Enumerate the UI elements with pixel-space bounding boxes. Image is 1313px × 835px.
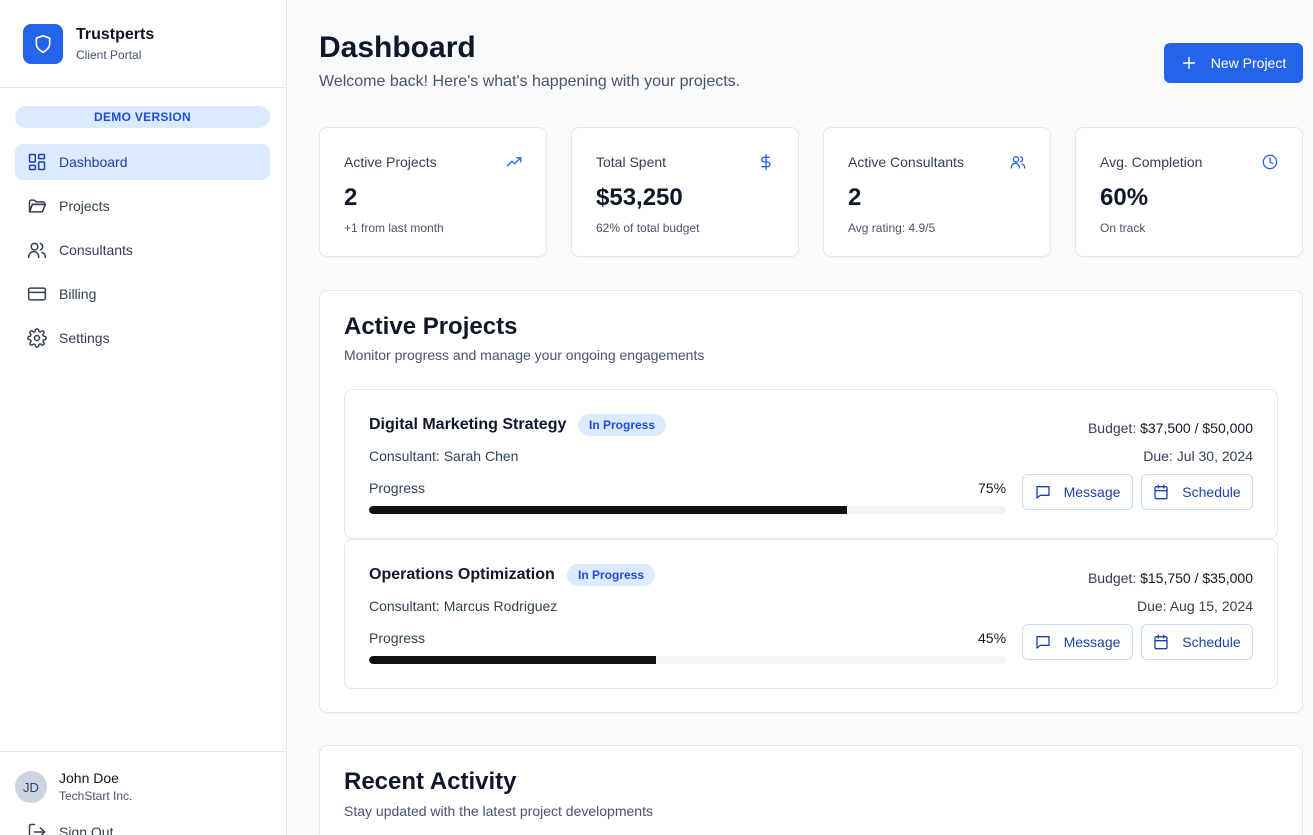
message-icon (1035, 484, 1051, 500)
progress-percent: 45% (978, 630, 1007, 646)
stat-card-active-consultants: Active Consultants 2 Avg rating: 4.9/5 (823, 127, 1051, 257)
stat-card-active-projects: Active Projects 2 +1 from last month (319, 127, 547, 257)
status-badge: In Progress (578, 414, 667, 436)
stat-label: Active Projects (344, 154, 437, 170)
project-due-date: Due: Jul 30, 2024 (1143, 448, 1253, 464)
progress-percent: 75% (978, 480, 1007, 496)
sidebar-item-billing[interactable]: Billing (15, 276, 270, 312)
trending-up-icon (506, 154, 522, 170)
sidebar-item-label: Settings (59, 330, 110, 346)
schedule-label: Schedule (1182, 634, 1241, 650)
section-subtitle: Monitor progress and manage your ongoing… (344, 347, 705, 363)
brand: Trustperts Client Portal (0, 0, 286, 88)
stat-label: Total Spent (596, 154, 667, 170)
stat-label: Avg. Completion (1100, 154, 1203, 170)
section-subtitle: Stay updated with the latest project dev… (344, 803, 653, 819)
budget-value: $15,750 / $35,000 (1140, 570, 1253, 586)
progress-bar (369, 506, 1006, 514)
message-button[interactable]: Message (1022, 474, 1133, 510)
new-project-button[interactable]: New Project (1164, 43, 1303, 83)
page-title: Dashboard (319, 31, 476, 64)
progress-label: Progress (369, 480, 426, 496)
shield-icon (23, 23, 63, 64)
sidebar-item-settings[interactable]: Settings (15, 320, 270, 356)
project-consultant: Consultant: Sarah Chen (369, 448, 519, 464)
stat-value: $53,250 (596, 184, 683, 211)
stat-label: Active Consultants (848, 154, 964, 170)
sign-out-label: Sign Out (59, 824, 114, 835)
budget-label: Budget: (1087, 420, 1137, 436)
progress-bar (369, 656, 1006, 664)
progress-bar-fill (369, 656, 656, 664)
stat-note: +1 from last month (344, 221, 444, 235)
recent-activity-panel: Recent Activity Stay updated with the la… (319, 745, 1303, 835)
message-button[interactable]: Message (1022, 624, 1133, 660)
brand-subtitle: Client Portal (76, 47, 142, 62)
dollar-icon (758, 154, 774, 170)
page-subtitle: Welcome back! Here's what's happening wi… (319, 73, 741, 90)
sign-out-button[interactable]: Sign Out (15, 822, 272, 835)
sidebar: Trustperts Client Portal DEMO VERSION Da… (0, 0, 287, 835)
project-name: Operations Optimization (369, 566, 555, 583)
stat-card-total-spent: Total Spent $53,250 62% of total budget (571, 127, 799, 257)
project-budget: Budget: $15,750 / $35,000 (1088, 570, 1253, 586)
sidebar-item-consultants[interactable]: Consultants (15, 232, 270, 268)
message-label: Message (1063, 484, 1121, 500)
stat-value: 60% (1100, 184, 1149, 211)
sidebar-item-projects[interactable]: Projects (15, 188, 270, 224)
project-card: Digital Marketing Strategy In Progress C… (344, 389, 1278, 539)
user-name: John Doe (59, 770, 119, 786)
gear-icon (27, 328, 47, 348)
active-projects-panel: Active Projects Monitor progress and man… (319, 290, 1303, 713)
sidebar-item-dashboard[interactable]: Dashboard (15, 144, 270, 180)
user-profile[interactable]: JD John Doe TechStart Inc. (15, 770, 272, 804)
sidebar-item-label: Dashboard (59, 154, 128, 170)
project-card: Operations Optimization In Progress Cons… (344, 539, 1278, 689)
progress-bar-fill (369, 506, 847, 514)
section-title: Active Projects (344, 313, 518, 340)
clock-icon (1262, 154, 1278, 170)
calendar-icon (1153, 484, 1169, 500)
sidebar-item-label: Projects (59, 198, 110, 214)
project-name: Digital Marketing Strategy (369, 416, 567, 433)
project-due-date: Due: Aug 15, 2024 (1137, 598, 1253, 614)
section-title: Recent Activity (344, 768, 517, 795)
stat-value: 2 (344, 184, 358, 211)
budget-value: $37,500 / $50,000 (1140, 420, 1253, 436)
calendar-icon (1153, 634, 1169, 650)
sidebar-item-label: Billing (59, 286, 97, 302)
demo-badge: DEMO VERSION (15, 106, 270, 128)
project-budget: Budget: $37,500 / $50,000 (1088, 420, 1253, 436)
stat-value: 2 (848, 184, 862, 211)
user-company: TechStart Inc. (59, 789, 133, 803)
schedule-button[interactable]: Schedule (1141, 624, 1253, 660)
stat-note: Avg rating: 4.9/5 (848, 221, 936, 235)
stats-row: Active Projects 2 +1 from last month Tot… (319, 127, 1303, 257)
message-icon (1035, 634, 1051, 650)
user-area: JD John Doe TechStart Inc. Sign Out (0, 751, 287, 835)
message-label: Message (1063, 634, 1121, 650)
folder-icon (27, 196, 47, 216)
stat-card-avg-completion: Avg. Completion 60% On track (1075, 127, 1303, 257)
users-icon (27, 240, 47, 260)
schedule-label: Schedule (1182, 484, 1241, 500)
stat-note: On track (1100, 221, 1146, 235)
stat-note: 62% of total budget (596, 221, 700, 235)
log-out-icon (27, 822, 47, 835)
brand-name: Trustperts (76, 25, 155, 43)
dashboard-icon (27, 152, 47, 172)
sidebar-nav: Dashboard Projects Consultants Billing S… (15, 144, 270, 364)
budget-label: Budget: (1087, 570, 1137, 586)
avatar: JD (15, 771, 47, 803)
credit-card-icon (27, 284, 47, 304)
progress-label: Progress (369, 630, 426, 646)
users-icon (1010, 154, 1026, 170)
project-consultant: Consultant: Marcus Rodriguez (369, 598, 558, 614)
plus-icon (1181, 55, 1197, 71)
schedule-button[interactable]: Schedule (1141, 474, 1253, 510)
new-project-label: New Project (1210, 55, 1287, 71)
status-badge: In Progress (567, 564, 656, 586)
sidebar-item-label: Consultants (59, 242, 133, 258)
